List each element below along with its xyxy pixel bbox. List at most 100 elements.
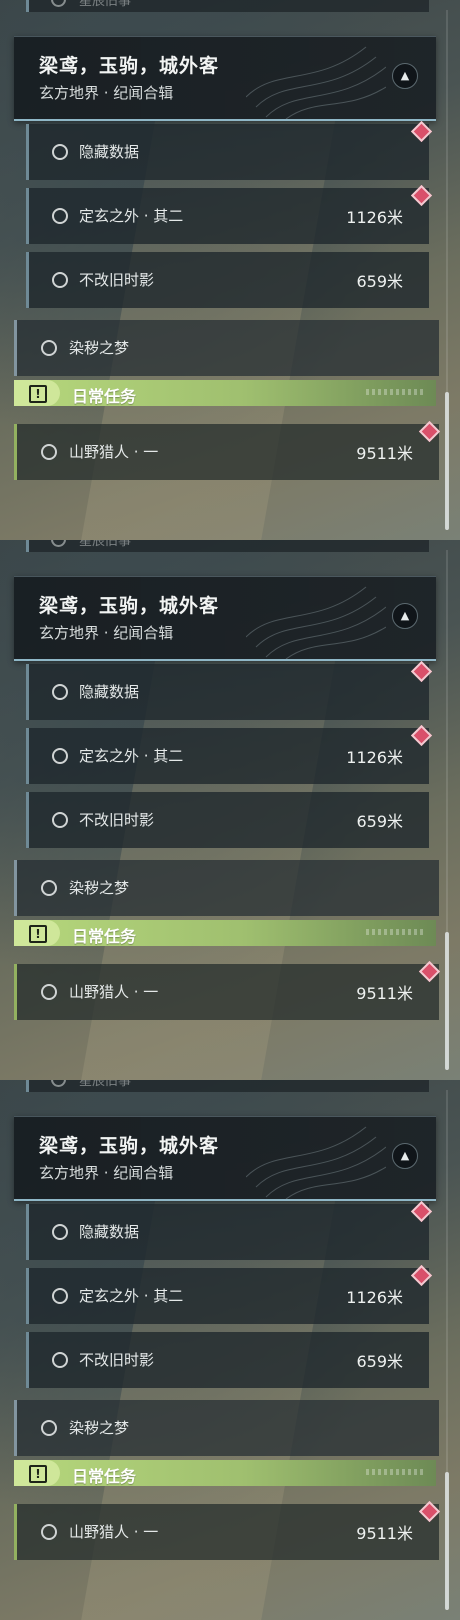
quest-panel: 星辰旧事 梁鸢，玉驹，城外客 玄方地界 · 纪闻合辑 ▲ 隐藏数据 定玄之外 ·… xyxy=(0,1080,460,1620)
main-quest-row[interactable]: 染秽之梦 xyxy=(14,860,439,916)
quest-panel: 星辰旧事 梁鸢，玉驹，城外客 玄方地界 · 纪闻合辑 ▲ 隐藏数据 定玄之外 ·… xyxy=(0,540,460,1080)
quest-distance: 1126米 xyxy=(346,1288,403,1307)
quest-status-circle-icon xyxy=(41,444,57,460)
quest-status-circle-icon xyxy=(41,1524,57,1540)
scrollbar-thumb[interactable] xyxy=(445,392,449,530)
quest-name: 山野猎人 · 一 xyxy=(69,1523,159,1541)
sub-quest-row[interactable]: 隐藏数据 xyxy=(26,1204,429,1260)
quest-distance: 9511米 xyxy=(356,1524,413,1543)
chevron-up-icon[interactable]: ▲ xyxy=(392,603,418,629)
quest-name: 不改旧时影 xyxy=(79,811,155,829)
quest-panel: 星辰旧事 梁鸢，玉驹，城外客 玄方地界 · 纪闻合辑 ▲ 隐藏数据 定玄之外 ·… xyxy=(0,0,460,540)
quest-row-partial[interactable]: 星辰旧事 xyxy=(26,0,429,12)
quest-status-circle-icon xyxy=(52,208,68,224)
daily-quest-row[interactable]: 山野猎人 · 一 9511米 xyxy=(14,964,439,1020)
sub-quest-row[interactable]: 隐藏数据 xyxy=(26,124,429,180)
quest-status-circle-icon xyxy=(41,880,57,896)
chapter-title: 梁鸢，玉驹，城外客 xyxy=(39,1135,220,1157)
quest-name: 山野猎人 · 一 xyxy=(69,983,159,1001)
quest-distance: 1126米 xyxy=(346,208,403,227)
quest-status-circle-icon xyxy=(41,1420,57,1436)
quest-status-circle-icon xyxy=(51,0,66,7)
scrollbar-thumb[interactable] xyxy=(445,1472,449,1610)
daily-quest-header[interactable]: ! 日常任务 xyxy=(14,1460,436,1486)
quest-distance: 659米 xyxy=(356,1352,403,1371)
quest-status-circle-icon xyxy=(51,540,66,547)
chevron-up-icon[interactable]: ▲ xyxy=(392,63,418,89)
quest-name: 星辰旧事 xyxy=(79,1080,132,1089)
quest-status-circle-icon xyxy=(52,684,68,700)
sub-quest-row[interactable]: 定玄之外 · 其二 1126米 xyxy=(26,1268,429,1324)
sub-quest-row[interactable]: 定玄之外 · 其二 1126米 xyxy=(26,728,429,784)
daily-quest-label: 日常任务 xyxy=(72,1467,137,1486)
daily-quest-header[interactable]: ! 日常任务 xyxy=(14,920,436,946)
chapter-subtitle: 玄方地界 · 纪闻合辑 xyxy=(39,1164,174,1182)
sub-quest-row[interactable]: 隐藏数据 xyxy=(26,664,429,720)
topographic-decoration xyxy=(246,1126,386,1199)
quest-distance: 659米 xyxy=(356,812,403,831)
main-quest-row[interactable]: 染秽之梦 xyxy=(14,1400,439,1456)
quest-name: 星辰旧事 xyxy=(79,0,132,9)
quest-name: 不改旧时影 xyxy=(79,271,155,289)
daily-badge: ! xyxy=(14,1460,60,1486)
quest-name: 染秽之梦 xyxy=(69,879,130,897)
quest-status-circle-icon xyxy=(52,272,68,288)
chapter-title: 梁鸢，玉驹，城外客 xyxy=(39,595,220,617)
quest-row-partial[interactable]: 星辰旧事 xyxy=(26,1080,429,1092)
quest-tracker-stack: 星辰旧事 梁鸢，玉驹，城外客 玄方地界 · 纪闻合辑 ▲ 隐藏数据 定玄之外 ·… xyxy=(0,0,460,1620)
chapter-subtitle: 玄方地界 · 纪闻合辑 xyxy=(39,84,174,102)
quest-name: 定玄之外 · 其二 xyxy=(79,747,184,765)
quest-status-circle-icon xyxy=(52,748,68,764)
quest-name: 染秽之梦 xyxy=(69,339,130,357)
daily-quest-label: 日常任务 xyxy=(72,927,137,946)
header-decoration xyxy=(366,389,426,395)
topographic-decoration xyxy=(246,586,386,659)
quest-status-circle-icon xyxy=(41,340,57,356)
chapter-header[interactable]: 梁鸢，玉驹，城外客 玄方地界 · 纪闻合辑 ▲ xyxy=(14,36,436,121)
quest-name: 山野猎人 · 一 xyxy=(69,443,159,461)
quest-status-circle-icon xyxy=(52,812,68,828)
quest-status-circle-icon xyxy=(52,1224,68,1240)
daily-quest-row[interactable]: 山野猎人 · 一 9511米 xyxy=(14,1504,439,1560)
exclamation-icon: ! xyxy=(29,1465,47,1483)
quest-name: 定玄之外 · 其二 xyxy=(79,207,184,225)
quest-name: 不改旧时影 xyxy=(79,1351,155,1369)
sub-quest-row[interactable]: 不改旧时影 659米 xyxy=(26,1332,429,1388)
quest-distance: 9511米 xyxy=(356,984,413,1003)
quest-status-circle-icon xyxy=(52,144,68,160)
main-quest-row[interactable]: 染秽之梦 xyxy=(14,320,439,376)
quest-name: 染秽之梦 xyxy=(69,1419,130,1437)
chapter-header[interactable]: 梁鸢，玉驹，城外客 玄方地界 · 纪闻合辑 ▲ xyxy=(14,576,436,661)
quest-status-circle-icon xyxy=(51,1080,66,1087)
quest-status-circle-icon xyxy=(41,984,57,1000)
scrollbar-thumb[interactable] xyxy=(445,932,449,1070)
daily-quest-label: 日常任务 xyxy=(72,387,137,406)
chapter-subtitle: 玄方地界 · 纪闻合辑 xyxy=(39,624,174,642)
quest-name: 隐藏数据 xyxy=(79,1223,140,1241)
quest-status-circle-icon xyxy=(52,1288,68,1304)
chapter-title: 梁鸢，玉驹，城外客 xyxy=(39,55,220,77)
daily-quest-row[interactable]: 山野猎人 · 一 9511米 xyxy=(14,424,439,480)
daily-badge: ! xyxy=(14,380,60,406)
topographic-decoration xyxy=(246,46,386,119)
exclamation-icon: ! xyxy=(29,385,47,403)
quest-distance: 9511米 xyxy=(356,444,413,463)
exclamation-icon: ! xyxy=(29,925,47,943)
quest-status-circle-icon xyxy=(52,1352,68,1368)
header-decoration xyxy=(366,929,426,935)
daily-quest-header[interactable]: ! 日常任务 xyxy=(14,380,436,406)
sub-quest-row[interactable]: 不改旧时影 659米 xyxy=(26,252,429,308)
quest-distance: 1126米 xyxy=(346,748,403,767)
quest-name: 星辰旧事 xyxy=(79,540,132,549)
quest-name: 隐藏数据 xyxy=(79,143,140,161)
daily-badge: ! xyxy=(14,920,60,946)
chevron-up-icon[interactable]: ▲ xyxy=(392,1143,418,1169)
quest-distance: 659米 xyxy=(356,272,403,291)
header-decoration xyxy=(366,1469,426,1475)
sub-quest-row[interactable]: 定玄之外 · 其二 1126米 xyxy=(26,188,429,244)
quest-row-partial[interactable]: 星辰旧事 xyxy=(26,540,429,552)
quest-name: 定玄之外 · 其二 xyxy=(79,1287,184,1305)
chapter-header[interactable]: 梁鸢，玉驹，城外客 玄方地界 · 纪闻合辑 ▲ xyxy=(14,1116,436,1201)
quest-name: 隐藏数据 xyxy=(79,683,140,701)
sub-quest-row[interactable]: 不改旧时影 659米 xyxy=(26,792,429,848)
